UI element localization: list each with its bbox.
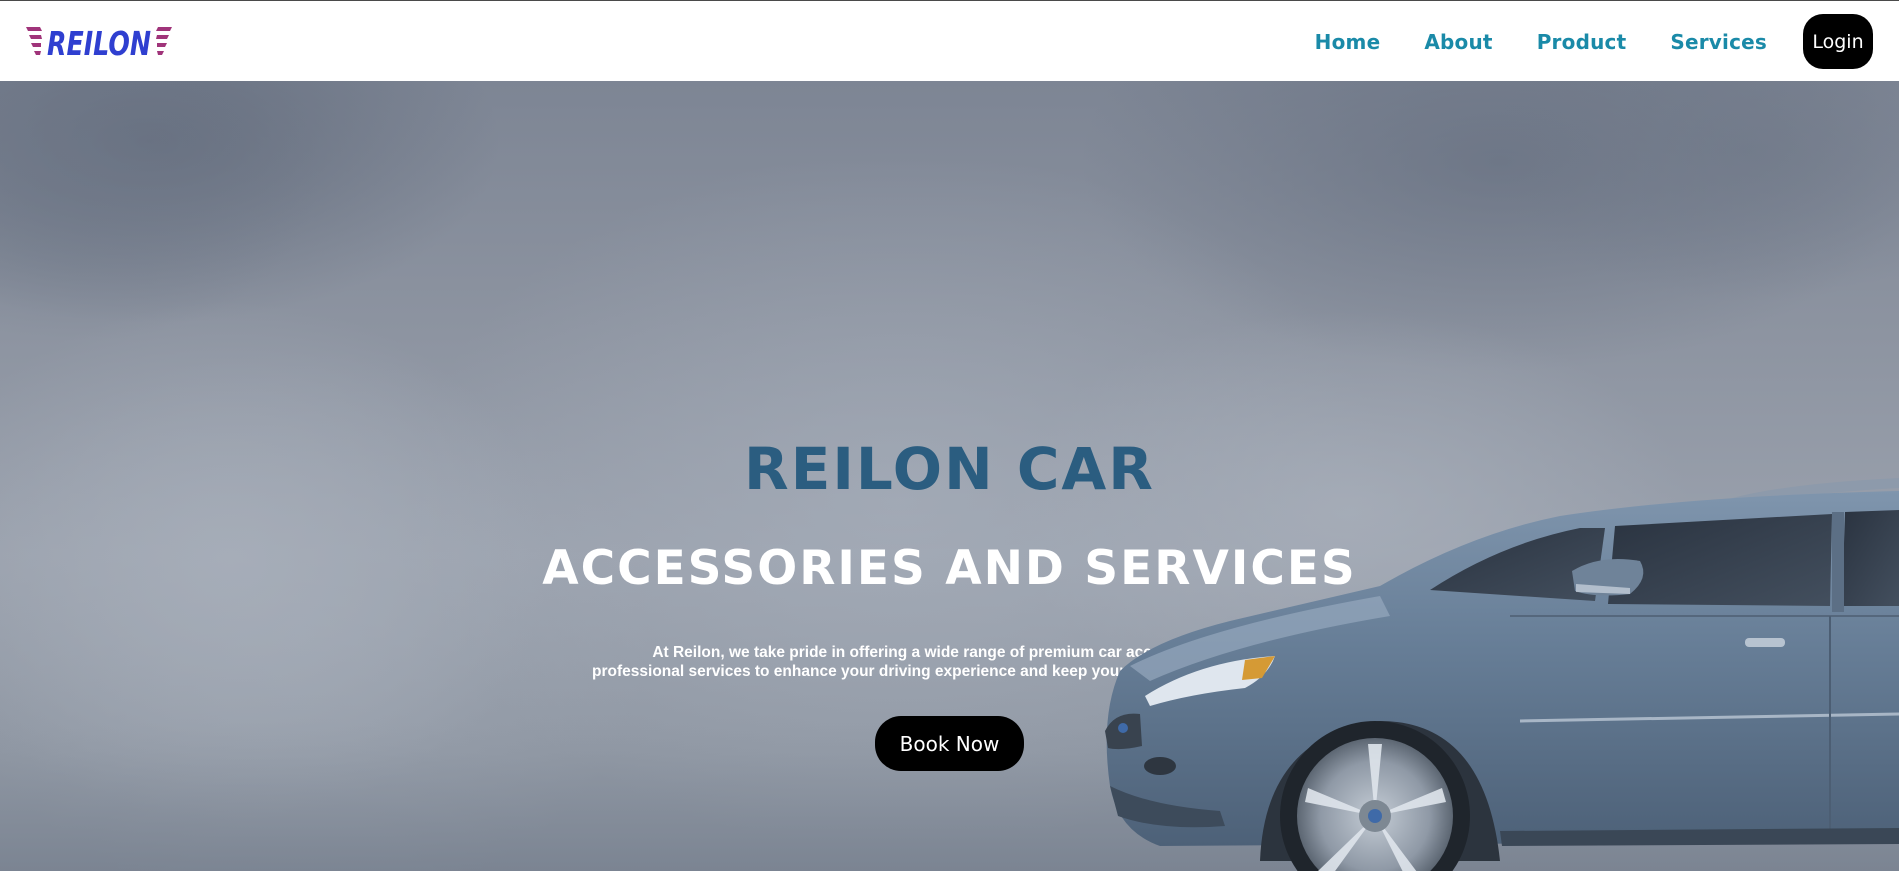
login-button[interactable]: Login	[1803, 14, 1873, 69]
nav-links: Home About Product Services Login	[1315, 1, 1899, 82]
page: REILON Home About Product Services Login	[0, 0, 1899, 871]
nav-product-link[interactable]: Product	[1537, 30, 1627, 54]
nav-services-link[interactable]: Services	[1670, 30, 1767, 54]
logo-text: REILON	[47, 24, 151, 61]
right-wings-icon	[156, 27, 172, 55]
book-now-button[interactable]: Book Now	[875, 716, 1024, 771]
car-image	[1105, 478, 1899, 871]
navbar: REILON Home About Product Services Login	[0, 0, 1899, 81]
left-wings-icon	[26, 27, 42, 55]
nav-about-link[interactable]: About	[1424, 30, 1492, 54]
hero-section: REILON CAR ACCESSORIES AND SERVICES At R…	[0, 81, 1899, 871]
logo-graphic: REILON	[26, 24, 172, 61]
reilon-logo[interactable]: REILON	[26, 21, 172, 61]
nav-home-link[interactable]: Home	[1315, 30, 1381, 54]
